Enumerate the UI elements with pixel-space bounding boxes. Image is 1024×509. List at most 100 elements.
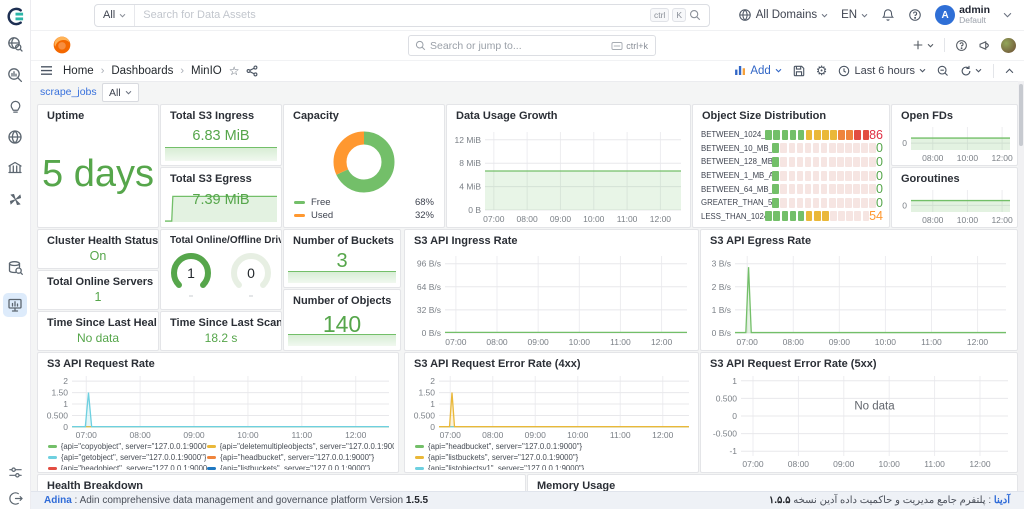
panel-title[interactable]: Number of Buckets <box>284 230 400 247</box>
svg-text:12:00: 12:00 <box>651 337 673 347</box>
panel-title[interactable]: S3 API Ingress Rate <box>405 230 698 247</box>
panel-title[interactable]: S3 API Request Error Rate (4xx) <box>405 353 698 370</box>
svg-text:4 MiB: 4 MiB <box>459 182 481 192</box>
panel-title[interactable]: Total S3 Egress <box>161 168 281 185</box>
error-4xx-legend[interactable]: {api="headbucket", server="127.0.0.1:900… <box>415 441 694 470</box>
panel-title[interactable]: Total S3 Ingress <box>161 105 281 122</box>
panel-title[interactable]: S3 API Request Rate <box>38 353 398 370</box>
panel-title[interactable]: Object Size Distribution <box>693 105 889 122</box>
news-megaphone-icon[interactable] <box>978 39 991 52</box>
egress-rate-chart[interactable]: 07:0008:0009:0010:0011:0012:000 B/s1 B/s… <box>705 248 1014 347</box>
chevron-down-icon <box>927 43 934 48</box>
panel-title[interactable]: Capacity <box>284 105 444 122</box>
legend-item[interactable]: {api="listobjectsv1", server="127.0.0.1:… <box>415 463 694 470</box>
request-rate-chart[interactable]: 07:0008:0009:0010:0011:0012:0000.50011.5… <box>42 370 395 440</box>
time-range-picker[interactable]: Last 6 hours <box>838 65 926 77</box>
legend-item[interactable]: {api="headbucket", server="127.0.0.1:900… <box>415 441 694 452</box>
breadcrumb-home[interactable]: Home <box>63 65 94 77</box>
data-usage-chart[interactable]: 07:0008:0009:0010:0011:0012:000 B4 MiB8 … <box>451 124 687 224</box>
svg-text:07:00: 07:00 <box>737 337 759 347</box>
error-4xx-chart[interactable]: 07:0008:0009:0010:0011:0012:0000.50011.5… <box>409 370 695 440</box>
save-dashboard-icon[interactable] <box>793 65 805 77</box>
share-icon[interactable] <box>246 65 258 77</box>
bargauge-row: LESS_THAN_1024_B 54 <box>701 210 883 224</box>
sidebar-item-profiling[interactable] <box>0 63 30 87</box>
sidebar-item-integration[interactable] <box>0 187 30 211</box>
panel-title[interactable]: Time Since Last Scan <box>161 312 281 329</box>
sidebar-item-governance[interactable] <box>0 156 30 180</box>
collapse-chevron-icon[interactable] <box>1003 12 1012 18</box>
search-icon[interactable] <box>689 9 701 21</box>
asset-search-input[interactable] <box>135 9 650 21</box>
sidebar-item-data-query[interactable] <box>0 256 30 280</box>
variable-label[interactable]: scrape_jobs <box>40 86 97 98</box>
panel-title[interactable]: S3 API Egress Rate <box>701 230 1017 247</box>
last-heal-value: No data <box>38 331 158 345</box>
panel-title[interactable]: S3 API Request Error Rate (5xx) <box>701 353 1017 370</box>
capacity-legend[interactable]: Free68%Used32% <box>294 196 434 222</box>
footer-description-fa: : پلتفرم جامع مدیریت و حاکمیت داده آدین … <box>791 495 994 506</box>
panel-title[interactable]: Memory Usage <box>528 475 1017 491</box>
panel-title[interactable]: Health Breakdown <box>38 475 525 491</box>
star-icon[interactable]: ☆ <box>229 64 240 78</box>
sidebar-item-logout[interactable] <box>0 486 30 509</box>
refresh-button[interactable] <box>960 65 982 77</box>
zoom-out-icon[interactable] <box>937 65 949 77</box>
panel-title[interactable]: Open FDs <box>892 105 1017 122</box>
sidebar-item-discovery[interactable] <box>0 32 30 56</box>
add-panel-button[interactable]: Add <box>735 65 781 77</box>
asset-search: All ctrl K <box>94 4 710 27</box>
request-rate-legend[interactable]: {api="copyobject", server="127.0.0.1:900… <box>48 441 394 470</box>
legend-item[interactable]: {api="deletemultipleobjects", server="12… <box>207 441 394 452</box>
new-button[interactable] <box>912 39 934 51</box>
legend-item[interactable]: Free68% <box>294 196 434 209</box>
grafana-logo[interactable] <box>52 35 72 55</box>
legend-item[interactable]: Used32% <box>294 209 434 222</box>
sidebar-item-settings[interactable] <box>0 460 30 484</box>
capacity-donut[interactable] <box>284 126 444 198</box>
panel-title[interactable]: Number of Objects <box>284 290 400 307</box>
panel-title[interactable]: Data Usage Growth <box>447 105 690 122</box>
panel-title[interactable]: Uptime <box>38 105 158 122</box>
ingress-rate-chart[interactable]: 07:0008:0009:0010:0011:0012:000 B/s32 B/… <box>409 248 695 347</box>
search-scope-dropdown[interactable]: All <box>95 5 135 26</box>
sidebar-item-domains[interactable] <box>0 125 30 149</box>
user-role: Default <box>959 16 990 25</box>
settings-gear-icon[interactable]: ⚙ <box>816 64 828 77</box>
legend-item[interactable]: {api="headbucket", server="127.0.0.1:900… <box>207 452 394 463</box>
grafana-avatar[interactable] <box>1001 38 1016 53</box>
svg-text:2: 2 <box>430 376 435 386</box>
menu-hamburger-icon[interactable] <box>40 65 53 76</box>
legend-item[interactable]: {api="getobject", server="127.0.0.1:9000… <box>48 452 207 463</box>
goroutines-chart[interactable]: 08:0010:0012:000 <box>895 186 1014 225</box>
language-dropdown[interactable]: EN <box>841 9 868 21</box>
user-menu[interactable]: A admin Default <box>935 5 990 25</box>
legend-item[interactable]: {api="headobject", server="127.0.0.1:900… <box>48 463 207 470</box>
panel-title[interactable]: Cluster Health Status <box>38 230 158 247</box>
help-icon[interactable] <box>955 39 968 52</box>
open-fds-chart[interactable]: 08:0010:0012:000 <box>895 123 1014 163</box>
legend-item[interactable]: {api="listbuckets", server="127.0.0.1:90… <box>207 463 394 470</box>
app-logo[interactable] <box>0 4 30 28</box>
notifications-button[interactable] <box>881 8 895 22</box>
collapse-up-icon[interactable] <box>1005 68 1014 74</box>
scrollbar-track[interactable] <box>1018 81 1024 491</box>
breadcrumb-current[interactable]: MinIO <box>191 65 222 77</box>
sidebar-item-insights[interactable] <box>0 94 30 118</box>
object-size-bargauge[interactable]: BETWEEN_1024_B_A.. 86 BETWEEN_10_MB_A.. … <box>701 128 883 224</box>
panel-title[interactable]: Time Since Last Heal <box>38 312 158 329</box>
panel-title[interactable]: Total Online/Offline Drives <box>161 230 281 246</box>
variable-value-dropdown[interactable]: All <box>102 83 139 102</box>
sidebar-item-monitoring[interactable] <box>0 293 30 317</box>
breadcrumb-dashboards[interactable]: Dashboards <box>111 65 173 77</box>
panel-title[interactable]: Goroutines <box>892 168 1017 185</box>
legend-item[interactable]: {api="copyobject", server="127.0.0.1:900… <box>48 441 207 452</box>
footer-description: : Adin comprehensive data management and… <box>72 495 406 506</box>
domains-dropdown[interactable]: All Domains <box>738 8 828 22</box>
scrollbar-thumb[interactable] <box>1019 84 1023 146</box>
error-5xx-chart[interactable]: 07:0008:0009:0010:0011:0012:00-1-0.50000… <box>705 370 1014 469</box>
help-button[interactable] <box>908 8 922 22</box>
grafana-search-input[interactable] <box>426 40 611 52</box>
legend-item[interactable]: {api="listbuckets", server="127.0.0.1:90… <box>415 452 694 463</box>
panel-title[interactable]: Total Online Servers <box>38 271 158 288</box>
